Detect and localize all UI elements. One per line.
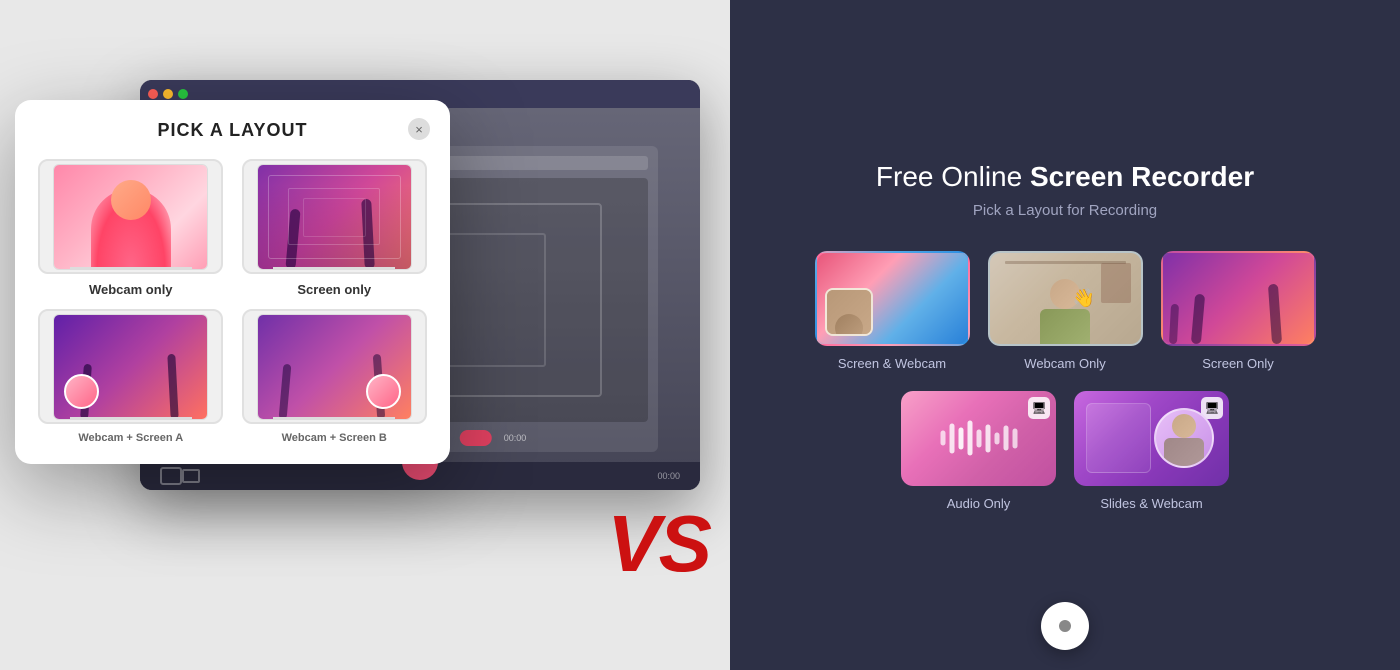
right-title-bold: Screen Recorder xyxy=(1030,161,1254,192)
layout-item-combined-b[interactable]: Webcam + Screen B xyxy=(239,309,431,444)
layout-thumb-webcam-only xyxy=(38,159,223,274)
layout-modal: PICK A LAYOUT × Webcam o xyxy=(15,100,450,464)
vs-label: VS xyxy=(607,498,710,590)
bottom-record-button-inner xyxy=(1059,620,1071,632)
options-grid: Screen & Webcam 🖥 xyxy=(815,251,1316,511)
right-panel: Free Online Screen Recorder Pick a Layou… xyxy=(730,0,1400,670)
layout-item-screen-only[interactable]: Screen only xyxy=(239,159,431,297)
right-header: Free Online Screen Recorder Pick a Layou… xyxy=(876,159,1254,218)
option-thumb-slides-webcam: 🖥 xyxy=(1074,391,1229,486)
dot-green xyxy=(178,89,188,99)
option-label-screen-only: Screen Only xyxy=(1202,356,1274,371)
layout-item-webcam-only[interactable]: Webcam only xyxy=(35,159,227,297)
layout-label-webcam-only: Webcam only xyxy=(89,282,173,297)
modal-header: PICK A LAYOUT × xyxy=(35,120,430,141)
dot-yellow xyxy=(163,89,173,99)
layout-thumb-combined-a xyxy=(38,309,223,424)
right-title-prefix: Free Online xyxy=(876,161,1030,192)
option-thumb-screen-webcam xyxy=(815,251,970,346)
option-label-screen-webcam: Screen & Webcam xyxy=(838,356,946,371)
option-screen-webcam[interactable]: Screen & Webcam xyxy=(815,251,970,371)
layout-label-screen-only: Screen only xyxy=(297,282,371,297)
dot-red xyxy=(148,89,158,99)
options-row-top: Screen & Webcam 🖥 xyxy=(815,251,1316,371)
left-panel: 00:00 00:00 PICK A LAYOUT × xyxy=(0,0,730,670)
option-thumb-webcam-only: 🖥 👋 xyxy=(988,251,1143,346)
option-label-webcam-only: Webcam Only xyxy=(1024,356,1105,371)
right-subtitle: Pick a Layout for Recording xyxy=(876,202,1254,219)
options-row-bottom: 🖥 Audio Only xyxy=(901,391,1229,511)
layout-label-combined-b: Webcam + Screen B xyxy=(282,432,387,444)
option-thumb-screen-only xyxy=(1161,251,1316,346)
option-thumb-audio-only: 🖥 xyxy=(901,391,1056,486)
option-screen-only[interactable]: Screen Only xyxy=(1161,251,1316,371)
modal-close-button[interactable]: × xyxy=(408,118,430,140)
option-webcam-only[interactable]: 🖥 👋 Webcam Only xyxy=(988,251,1143,371)
option-label-slides-webcam: Slides & Webcam xyxy=(1100,496,1202,511)
layout-item-combined-a[interactable]: Webcam + Screen A xyxy=(35,309,227,444)
layout-label-combined-a: Webcam + Screen A xyxy=(78,432,183,444)
right-title: Free Online Screen Recorder xyxy=(876,159,1254,195)
layout-thumb-screen-only xyxy=(242,159,427,274)
bottom-record-button[interactable] xyxy=(1041,602,1089,650)
layout-grid: Webcam only xyxy=(35,159,430,444)
monitor-badge-audio: 🖥 xyxy=(1028,397,1050,419)
option-slides-webcam[interactable]: 🖥 Slides & Webcam xyxy=(1074,391,1229,511)
layout-thumb-combined-b xyxy=(242,309,427,424)
option-audio-only[interactable]: 🖥 Audio Only xyxy=(901,391,1056,511)
option-label-audio-only: Audio Only xyxy=(947,496,1011,511)
modal-title: PICK A LAYOUT xyxy=(157,120,307,141)
